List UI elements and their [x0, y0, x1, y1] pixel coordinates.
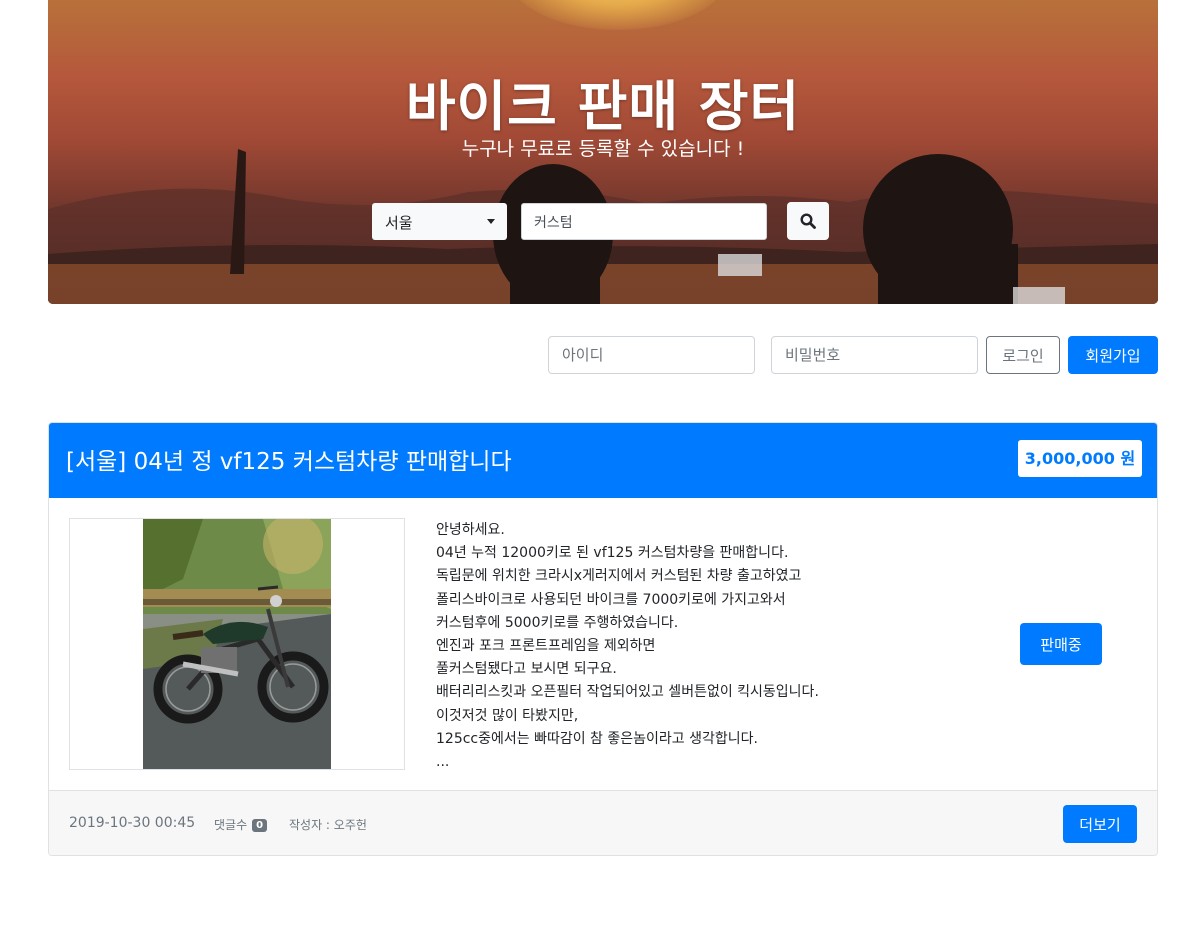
description-line: 안녕하세요. [436, 522, 505, 538]
listing-description: 안녕하세요. 04년 누적 12000키로 된 vf125 커스텀차량을 판매합… [436, 519, 976, 774]
page-subtitle: 누구나 무료로 등록할 수 있습니다 ! [461, 138, 745, 160]
description-line: 125cc중에서는 빠따감이 참 좋은놈이라고 생각합니다. [436, 730, 758, 747]
sale-status-button[interactable]: 판매중 [1020, 623, 1102, 665]
description-line: 이것저것 많이 타봤지만, [436, 707, 579, 724]
listing-thumbnail[interactable] [69, 518, 405, 770]
region-select-value: 서울 [385, 214, 413, 232]
login-button[interactable]: 로그인 [986, 336, 1060, 374]
description-line: 엔진과 포크 프론트프레임을 제외하면 [436, 638, 656, 655]
description-line: 폴리스바이크로 사용되던 바이크를 7000키로에 가지고와서 [436, 591, 786, 608]
description-line: ... [436, 754, 450, 771]
more-button[interactable]: 더보기 [1063, 805, 1137, 843]
page-title: 바이크 판매 장터 [405, 75, 801, 138]
search-icon [800, 213, 816, 229]
price-badge: 3,000,000 원 [1018, 440, 1142, 477]
listing-footer: 2019-10-30 00:45 댓글수 0 작성자 : 오주헌 더보기 [49, 790, 1157, 855]
comment-count: 댓글수 0 [214, 816, 268, 833]
post-author: 작성자 : 오주헌 [289, 818, 367, 832]
listing-title[interactable]: [서울] 04년 정 vf125 커스텀차량 판매합니다 [66, 442, 512, 476]
signup-button[interactable]: 회원가입 [1068, 336, 1158, 374]
description-line: 커스텀후에 5000키로를 주행하였습니다. [436, 614, 679, 631]
description-line: 독립문에 위치한 크라시x게러지에서 커스텀된 차량 출고하였고 [436, 568, 802, 585]
search-input[interactable] [521, 203, 767, 240]
comment-count-label: 댓글수 [214, 818, 248, 832]
post-date: 2019-10-30 00:45 [69, 815, 196, 831]
listing-header: [서울] 04년 정 vf125 커스텀차량 판매합니다 3,000,000 원 [49, 423, 1157, 498]
id-input[interactable] [548, 336, 755, 374]
hero-banner: 바이크 판매 장터 누구나 무료로 등록할 수 있습니다 ! 서울 [48, 0, 1158, 304]
description-line: 배터리리스킷과 오픈필터 작업되어있고 셀버튼없이 킥시동입니다. [436, 684, 819, 701]
chevron-down-icon [487, 219, 495, 224]
search-button[interactable] [787, 202, 829, 240]
comment-count-badge: 0 [252, 819, 268, 832]
description-line: 04년 누적 12000키로 된 vf125 커스텀차량을 판매합니다. [436, 545, 789, 562]
listing-card: [서울] 04년 정 vf125 커스텀차량 판매합니다 3,000,000 원 [48, 422, 1158, 856]
description-line: 풀커스텀됐다고 보시면 되구요. [436, 661, 617, 678]
motorcycle-photo [143, 519, 331, 769]
password-input[interactable] [771, 336, 978, 374]
sunset-glow [508, 0, 728, 30]
region-select[interactable]: 서울 [372, 203, 507, 240]
